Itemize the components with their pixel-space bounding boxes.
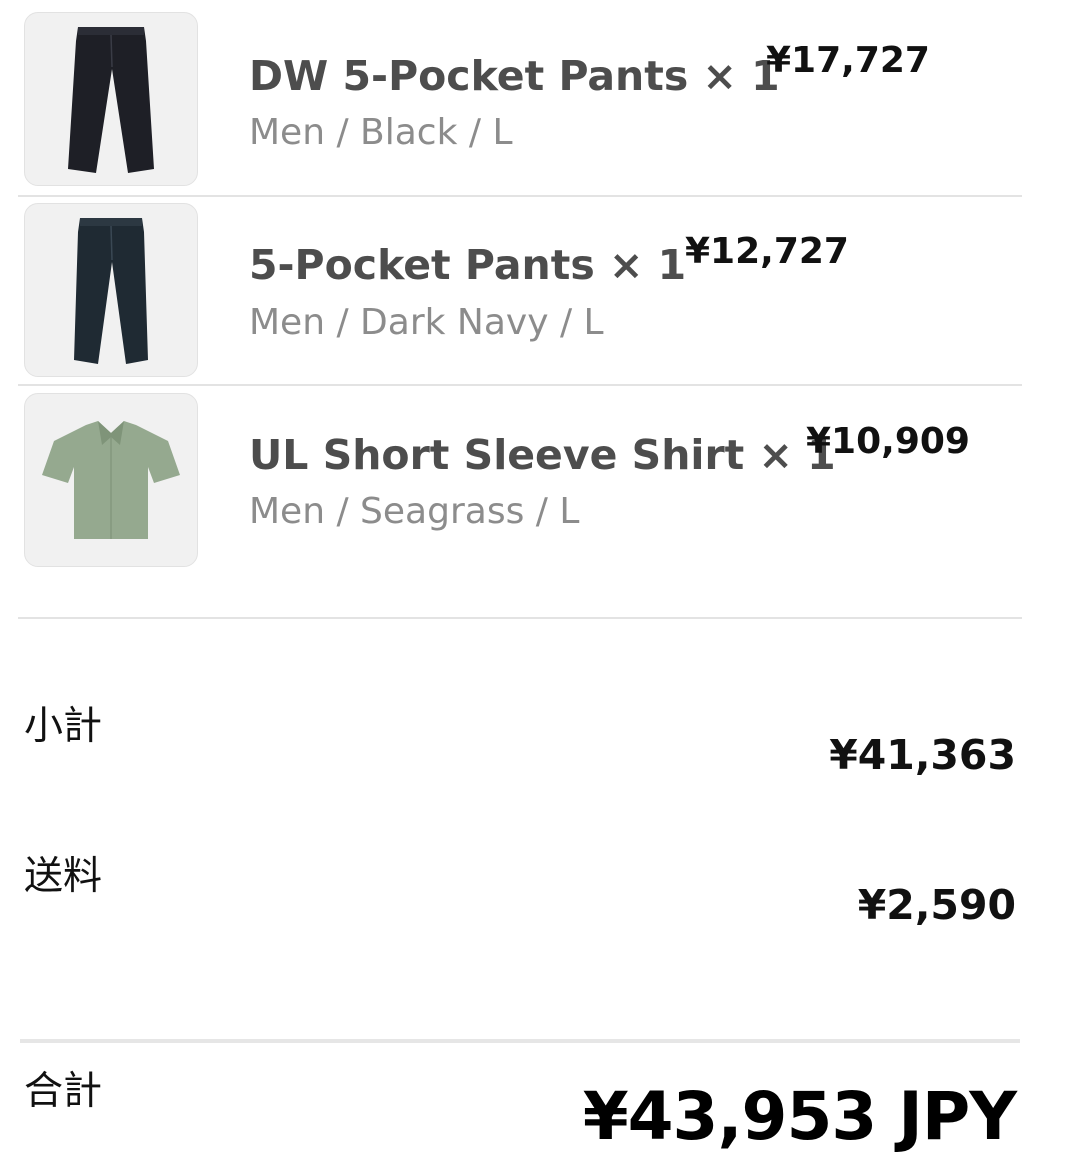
item-variant: Men / Black / L (249, 112, 513, 153)
product-thumbnail[interactable] (24, 393, 198, 567)
item-price: ¥12,727 (685, 231, 849, 272)
black-pants-image (68, 27, 154, 173)
cart-line-item: 5-Pocket Pants × 1 Men / Dark Navy / L ¥… (0, 191, 1080, 381)
cart-line-item: UL Short Sleeve Shirt × 1 Men / Seagrass… (0, 381, 1080, 571)
subtotal-value: ¥41,363 (829, 731, 1016, 779)
subtotal-label: 小計 (24, 704, 103, 749)
divider (18, 617, 1022, 619)
item-price: ¥17,727 (766, 40, 930, 81)
item-name: UL Short Sleeve Shirt × 1 (249, 431, 836, 479)
total-label: 合計 (24, 1069, 103, 1114)
total-divider (20, 1039, 1020, 1043)
navy-pants-image (74, 218, 148, 364)
green-shirt-image (42, 421, 180, 539)
item-variant: Men / Dark Navy / L (249, 302, 604, 343)
product-thumbnail[interactable] (24, 203, 198, 377)
item-name: DW 5-Pocket Pants × 1 (249, 52, 780, 100)
product-thumbnail[interactable] (24, 12, 198, 186)
item-name: 5-Pocket Pants × 1 (249, 241, 687, 289)
cart-line-item: DW 5-Pocket Pants × 1 Men / Black / L ¥1… (0, 0, 1080, 190)
total-value: ¥43,953 JPY (582, 1078, 1017, 1155)
item-variant: Men / Seagrass / L (249, 491, 580, 532)
shipping-label: 送料 (24, 854, 103, 899)
item-price: ¥10,909 (806, 421, 970, 462)
shipping-value: ¥2,590 (857, 881, 1016, 929)
